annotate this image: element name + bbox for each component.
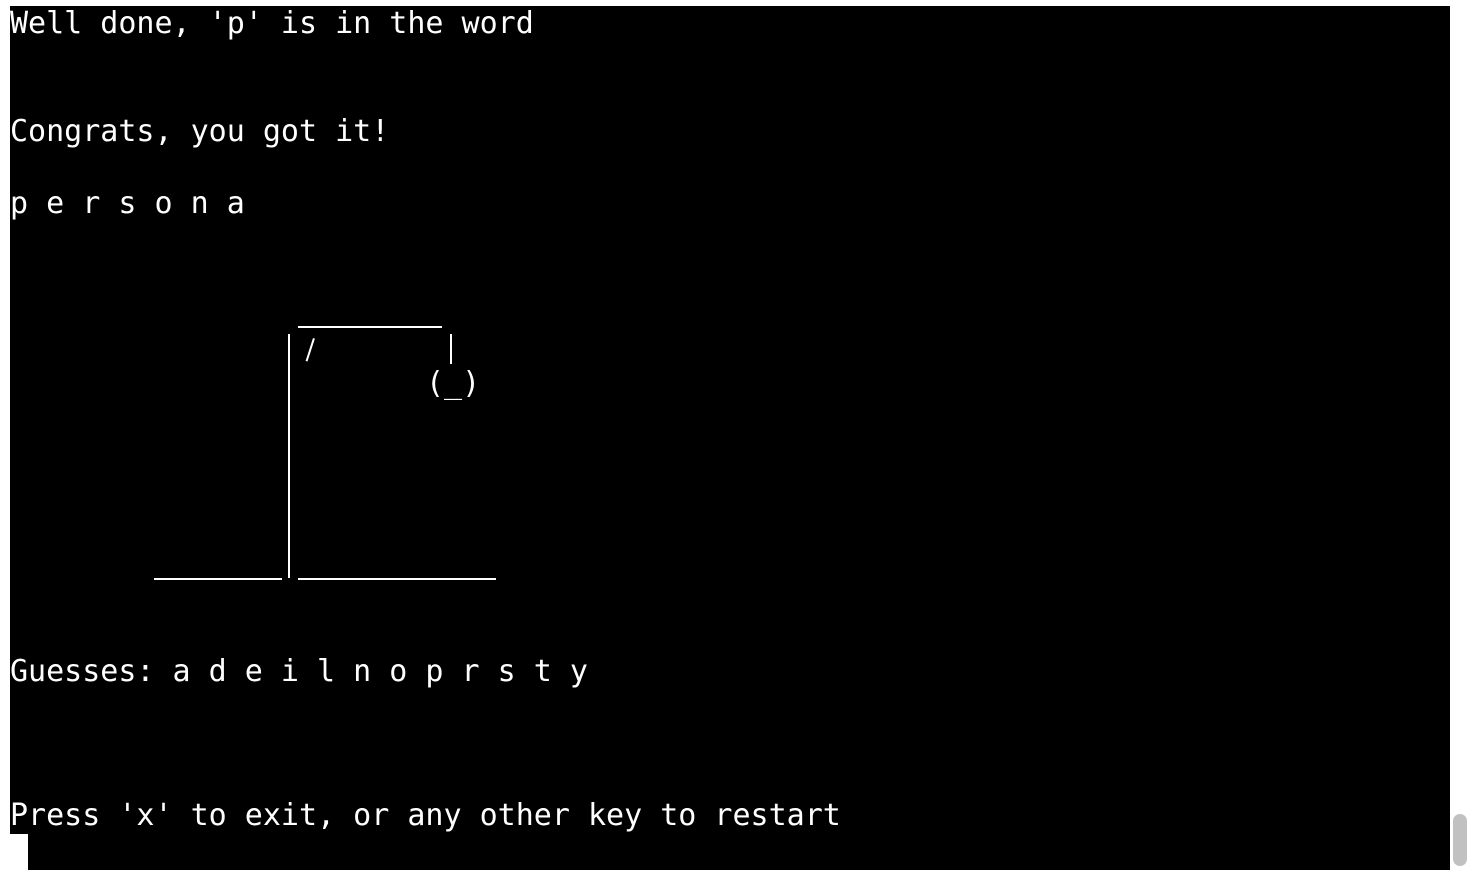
- gallows-post: [288, 334, 290, 578]
- feedback-message: Well done, 'p' is in the word: [10, 6, 534, 41]
- vertical-scrollbar[interactable]: [1450, 6, 1470, 870]
- revealed-word: p e r s o n a: [10, 186, 245, 221]
- scrollbar-thumb[interactable]: [1453, 814, 1467, 866]
- gallows-base-left: [154, 578, 282, 580]
- gallows-brace: [305, 338, 315, 362]
- win-message: Congrats, you got it!: [10, 114, 390, 149]
- terminal-cursor: [10, 834, 28, 870]
- terminal-window[interactable]: Well done, 'p' is in the word Congrats, …: [10, 6, 1450, 870]
- hangman-head: (_): [426, 366, 481, 401]
- gallows-rope: [450, 334, 452, 364]
- gallows-top-beam: [298, 326, 442, 328]
- restart-prompt: Press 'x' to exit, or any other key to r…: [10, 798, 841, 833]
- gallows-base-right: [298, 578, 496, 580]
- guesses-list: Guesses: a d e i l n o p r s t y: [10, 654, 588, 689]
